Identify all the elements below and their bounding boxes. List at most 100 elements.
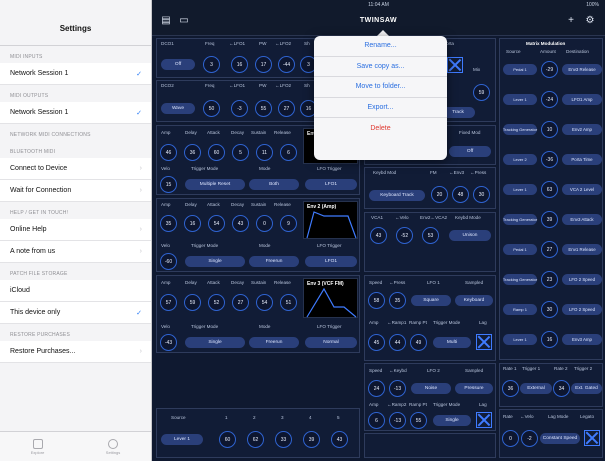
env3-velo-knob[interactable]: -43 <box>160 334 177 351</box>
matrix-source[interactable]: Lever 2 <box>503 154 537 165</box>
lfo2-sampled[interactable]: Pressure <box>455 383 493 394</box>
matrix-destination[interactable]: Env3 Attack <box>562 214 602 225</box>
midi-input-row[interactable]: Network Session 1 ✓ <box>0 63 151 85</box>
lfo1-press-knob[interactable]: 35 <box>389 292 406 309</box>
lfo2-ramp2-knob[interactable]: -13 <box>389 412 406 429</box>
dco1-lfo2-knob[interactable]: -44 <box>278 56 295 73</box>
env3-mode[interactable]: Freerun <box>249 337 299 348</box>
connect-to-device-row[interactable]: Connect to Device › <box>0 158 151 180</box>
matrix-amount-knob[interactable]: 16 <box>541 331 558 348</box>
env2-attack-knob[interactable]: 54 <box>208 215 225 232</box>
lfo1-ramp-pt-knob[interactable]: 49 <box>410 334 427 351</box>
tab-settings[interactable]: Settings <box>106 438 120 455</box>
vca2-knob[interactable]: 53 <box>422 227 439 244</box>
matrix-destination[interactable]: Env3 Amp <box>562 334 602 345</box>
dco2-mode-button[interactable]: Wave <box>161 103 195 114</box>
env2-mode[interactable]: Freerun <box>249 256 299 267</box>
fixed-mod-button[interactable]: Off <box>449 146 491 157</box>
midi-output-row[interactable]: Network Session 1 ✓ <box>0 102 151 124</box>
menu-export[interactable]: Export... <box>314 98 447 119</box>
source-knob-3[interactable]: 33 <box>275 431 292 448</box>
dco1-pw-knob[interactable]: 17 <box>255 56 272 73</box>
env2-velo-knob[interactable]: -60 <box>160 253 177 270</box>
restore-purchases-row[interactable]: Restore Purchases... › <box>0 341 151 363</box>
lfo2-keybd-knob[interactable]: -13 <box>389 380 406 397</box>
env3-amp-knob[interactable]: 57 <box>160 294 177 311</box>
env1-velo-knob[interactable]: 15 <box>160 176 177 193</box>
ramp2-rate-knob[interactable]: 34 <box>553 380 570 397</box>
matrix-amount-knob[interactable]: 63 <box>541 181 558 198</box>
dco1-lfo1-knob[interactable]: 16 <box>231 56 248 73</box>
lfo2-ramp-pt-knob[interactable]: 55 <box>410 412 427 429</box>
matrix-destination[interactable]: VCA 2 Level <box>562 184 602 195</box>
env1-delay-knob[interactable]: 36 <box>184 144 201 161</box>
matrix-amount-knob[interactable]: 10 <box>541 121 558 138</box>
env3-lfo-trigger[interactable]: Normal <box>305 337 357 348</box>
dco2-freq-knob[interactable]: 50 <box>203 100 220 117</box>
tab-explore[interactable]: Explore <box>31 438 44 455</box>
env1-attack-knob[interactable]: 60 <box>208 144 225 161</box>
ramp2-trigger[interactable]: Ext. Gated <box>571 383 602 394</box>
matrix-destination[interactable]: Porta Time <box>562 154 602 165</box>
env1-lfo-trigger[interactable]: LFO1 <box>305 179 357 190</box>
lfo1-sampled[interactable]: Keyboard <box>455 295 493 306</box>
matrix-destination[interactable]: LFO 2 Speed <box>562 304 602 315</box>
matrix-destination[interactable]: Env3 Release <box>562 64 602 75</box>
env1-amp-knob[interactable]: 46 <box>160 144 177 161</box>
lfo1-ramp1-knob[interactable]: 44 <box>389 334 406 351</box>
matrix-destination[interactable]: Env2 Amp <box>562 124 602 135</box>
fm-env3-knob[interactable]: 48 <box>452 186 469 203</box>
keyboard-track-button[interactable]: Keyboard Track <box>369 190 425 201</box>
env3-decay-knob[interactable]: 27 <box>232 294 249 311</box>
wait-for-connection-row[interactable]: Wait for Connection › <box>0 180 151 202</box>
env3-delay-knob[interactable]: 59 <box>184 294 201 311</box>
matrix-source[interactable]: Tracking Generator <box>503 124 537 135</box>
env2-sustain-knob[interactable]: 0 <box>256 215 273 232</box>
matrix-amount-knob[interactable]: 27 <box>541 241 558 258</box>
add-icon[interactable]: + <box>565 15 577 27</box>
porta-toggle[interactable] <box>447 57 463 73</box>
matrix-source[interactable]: Lever 1 <box>503 94 537 105</box>
matrix-source[interactable]: Lever 1 <box>503 184 537 195</box>
matrix-source[interactable]: Lever 1 <box>503 334 537 345</box>
note-from-us-row[interactable]: A note from us › <box>0 241 151 263</box>
source-knob-1[interactable]: 60 <box>219 431 236 448</box>
env2-decay-knob[interactable]: 43 <box>232 215 249 232</box>
env3-sustain-knob[interactable]: 54 <box>256 294 273 311</box>
env1-mode[interactable]: Both <box>249 179 299 190</box>
lfo2-lag-toggle[interactable] <box>476 412 492 428</box>
vca-velo-knob[interactable]: -52 <box>396 227 413 244</box>
matrix-amount-knob[interactable]: 23 <box>541 271 558 288</box>
fm-knob[interactable]: 20 <box>431 186 448 203</box>
lfo1-shape[interactable]: Square <box>411 295 451 306</box>
env1-sustain-knob[interactable]: 11 <box>256 144 273 161</box>
unison-button[interactable]: Unison <box>449 230 491 241</box>
menu-move-to-folder[interactable]: Move to folder... <box>314 77 447 98</box>
gear-icon[interactable]: ⚙ <box>584 15 596 27</box>
legato-toggle[interactable] <box>584 430 600 446</box>
matrix-source[interactable]: Tracking Generator <box>503 214 537 225</box>
online-help-row[interactable]: Online Help › <box>0 219 151 241</box>
matrix-source[interactable]: Tracking Generator <box>503 274 537 285</box>
env3-release-knob[interactable]: 51 <box>280 294 297 311</box>
lfo1-lag-toggle[interactable] <box>476 334 492 350</box>
matrix-amount-knob[interactable]: -36 <box>541 151 558 168</box>
source-select[interactable]: Lever 1 <box>161 434 203 445</box>
env2-release-knob[interactable]: 9 <box>280 215 297 232</box>
env2-amp-knob[interactable]: 35 <box>160 215 177 232</box>
matrix-source[interactable]: Ramp 1 <box>503 304 537 315</box>
matrix-amount-knob[interactable]: 30 <box>541 301 558 318</box>
ramp1-rate-knob[interactable]: 36 <box>502 380 519 397</box>
ramp1-trigger[interactable]: External <box>520 383 552 394</box>
source-knob-5[interactable]: 43 <box>331 431 348 448</box>
env3-attack-knob[interactable]: 52 <box>208 294 225 311</box>
lag-rate-knob[interactable]: 0 <box>502 430 519 447</box>
dco1-freq-knob[interactable]: 3 <box>203 56 220 73</box>
lfo2-amp-knob[interactable]: 6 <box>368 412 385 429</box>
env3-trigger-mode[interactable]: Single <box>185 337 245 348</box>
env2-delay-knob[interactable]: 16 <box>184 215 201 232</box>
matrix-source[interactable]: Pedal 1 <box>503 244 537 255</box>
env2-lfo-trigger[interactable]: LFO1 <box>305 256 357 267</box>
vca1-knob[interactable]: 43 <box>370 227 387 244</box>
env1-trigger-mode[interactable]: Multiple Reset <box>185 179 245 190</box>
